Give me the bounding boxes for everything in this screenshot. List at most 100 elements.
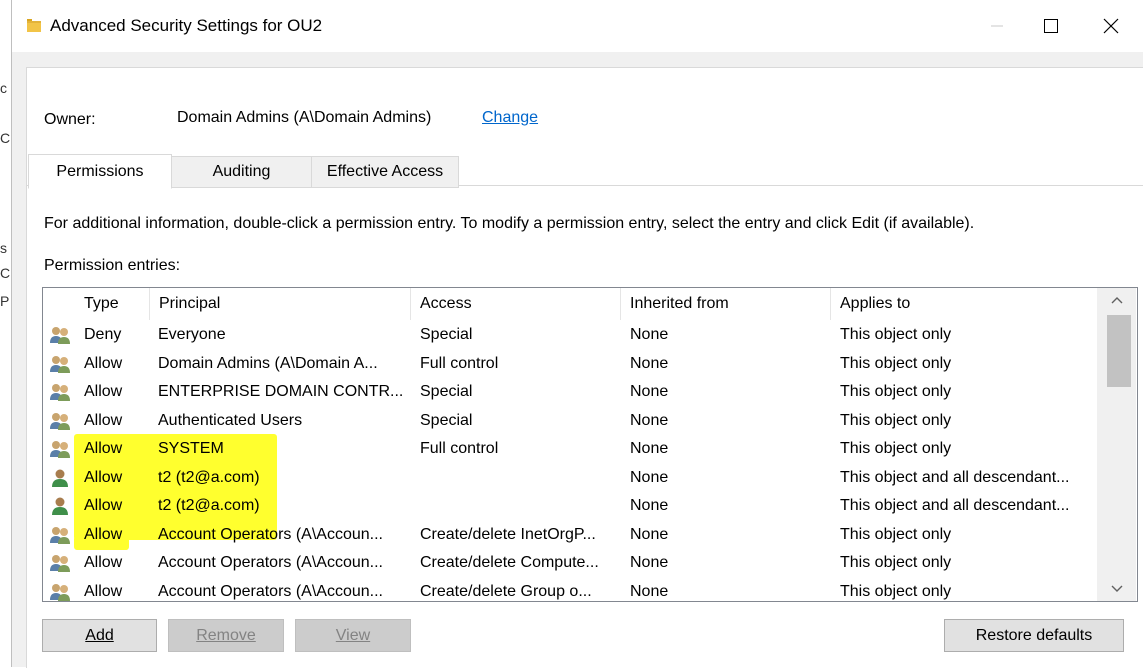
table-row[interactable]: Deny Everyone Special None This object only [43, 321, 1097, 350]
view-button-label: View [335, 626, 371, 644]
scroll-thumb[interactable] [1107, 315, 1131, 387]
tab-auditing[interactable]: Auditing [170, 156, 313, 188]
change-owner-link[interactable]: Change [482, 109, 538, 127]
table-row[interactable]: Allow Account Operators (A\Accoun... Creat… [43, 521, 1097, 550]
row-cell-applies: This object only [840, 582, 952, 600]
table-row[interactable]: Allow t2 (t2@a.com) None This object and al… [43, 492, 1097, 521]
minimize-icon [991, 25, 1003, 27]
add-button[interactable]: Add [42, 619, 157, 652]
owner-value: Domain Admins (A\Domain Admins) [177, 109, 432, 126]
close-button[interactable] [1082, 0, 1140, 52]
row-cell-applies: This object only [840, 554, 952, 572]
table-row[interactable]: Allow ENTERPRISE DOMAIN CONTR... Special No… [43, 378, 1097, 407]
advanced-security-window: Advanced Security Settings for OU2 Owner… [11, 0, 1143, 668]
row-cell-inherited: None [630, 440, 669, 458]
remove-button-label: Remove [196, 626, 256, 644]
row-cell-type: Allow [84, 582, 123, 600]
tab-effective-access[interactable]: Effective Access [311, 156, 459, 188]
row-cell-access: Create/delete InetOrgP... [420, 525, 596, 543]
close-icon [1103, 18, 1119, 34]
maximize-icon [1044, 19, 1058, 33]
row-cell-access: Special [420, 326, 473, 344]
row-cell-inherited: None [630, 326, 669, 344]
row-cell-applies: This object only [840, 525, 952, 543]
row-cell-inherited: None [630, 497, 669, 515]
row-cell-access: Create/delete Group o... [420, 582, 592, 600]
group-icon [50, 327, 70, 344]
chevron-up-icon [1111, 297, 1122, 304]
row-cell-type: Allow [84, 411, 123, 429]
title-bar[interactable]: Advanced Security Settings for OU2 [12, 0, 1143, 52]
row-cell-type: Deny [84, 326, 122, 344]
background-text: P [0, 293, 10, 309]
row-cell-principal: Account Operators (A\Accoun... [158, 582, 383, 600]
row-cell-type: Allow [84, 383, 123, 401]
background-text: C [0, 130, 11, 146]
group-icon [50, 583, 70, 601]
user-icon [52, 469, 68, 487]
user-icon [52, 497, 68, 515]
row-cell-inherited: None [630, 468, 669, 486]
row-cell-principal: t2 (t2@a.com) [158, 497, 260, 515]
row-cell-access: Create/delete Compute... [420, 554, 599, 572]
row-cell-inherited: None [630, 582, 669, 600]
row-cell-inherited: None [630, 383, 669, 401]
row-cell-type: Allow [84, 354, 123, 372]
group-icon [50, 526, 70, 544]
row-cell-access: Full control [420, 440, 499, 458]
restore-defaults-label: Restore defaults [975, 626, 1093, 644]
column-header-type[interactable]: Type [74, 288, 150, 320]
group-icon [50, 355, 70, 373]
view-button[interactable]: View [295, 619, 411, 652]
column-header-access[interactable]: Access [410, 288, 621, 320]
background-text: s [0, 240, 7, 256]
row-cell-applies: This object only [840, 326, 952, 344]
column-header-inherited-from[interactable]: Inherited from [620, 288, 831, 320]
row-cell-principal: ENTERPRISE DOMAIN CONTR... [158, 383, 404, 401]
row-cell-principal: Everyone [158, 326, 226, 344]
row-cell-type: Allow [84, 497, 123, 515]
settings-panel: Owner: Domain Admins (A\Domain Admins) C… [26, 67, 1143, 668]
group-icon [50, 412, 70, 430]
row-cell-principal: Domain Admins (A\Domain A... [158, 354, 378, 372]
scroll-up-button[interactable] [1097, 288, 1136, 312]
group-icon [50, 441, 70, 458]
window-title: Advanced Security Settings for OU2 [50, 16, 323, 35]
column-header-principal[interactable]: Principal [149, 288, 411, 320]
table-row[interactable]: Allow Domain Admins (A\Domain A... Full co… [43, 350, 1097, 379]
table-row[interactable]: Allow t2 (t2@a.com) None This object and al… [43, 464, 1097, 493]
row-cell-type: Allow [84, 554, 123, 572]
row-cell-inherited: None [630, 525, 669, 543]
minimize-button[interactable] [968, 0, 1026, 52]
chevron-down-icon [1111, 585, 1122, 592]
maximize-button[interactable] [1022, 0, 1080, 52]
list-header: Type Principal Access Inherited from App… [43, 288, 1097, 320]
info-text: For additional information, double-click… [44, 215, 975, 232]
row-cell-access [420, 492, 618, 521]
remove-button[interactable]: Remove [168, 619, 284, 652]
table-row[interactable]: Allow Account Operators (A\Accoun... Creat… [43, 549, 1097, 578]
background-text: C [0, 265, 11, 281]
table-row[interactable]: Allow Authenticated Users Special None This … [43, 407, 1097, 436]
vertical-scrollbar[interactable] [1097, 288, 1136, 601]
row-cell-principal: Authenticated Users [158, 411, 303, 429]
column-header-applies-to[interactable]: Applies to [830, 288, 1097, 320]
folder-icon [27, 19, 41, 32]
tab-permissions[interactable]: Permissions [28, 154, 172, 189]
restore-defaults-button[interactable]: Restore defaults [944, 619, 1124, 652]
row-cell-inherited: None [630, 554, 669, 572]
group-icon [50, 384, 70, 401]
table-row[interactable]: Allow Account Operators (A\Accoun... Creat… [43, 578, 1097, 602]
scroll-down-button[interactable] [1097, 577, 1136, 601]
row-cell-applies: This object and all descendant... [840, 497, 1070, 515]
row-cell-access: Special [420, 411, 473, 429]
table-row[interactable]: Allow SYSTEM Full control None This object o… [43, 435, 1097, 464]
row-cell-applies: This object only [840, 440, 952, 458]
row-cell-applies: This object only [840, 383, 952, 401]
group-icon [50, 555, 70, 572]
permission-entries-list[interactable]: Type Principal Access Inherited from App… [42, 287, 1138, 602]
owner-label: Owner: [44, 111, 96, 128]
row-cell-type: Allow [84, 525, 123, 543]
background-text: c [0, 80, 7, 96]
row-cell-type: Allow [84, 440, 123, 458]
